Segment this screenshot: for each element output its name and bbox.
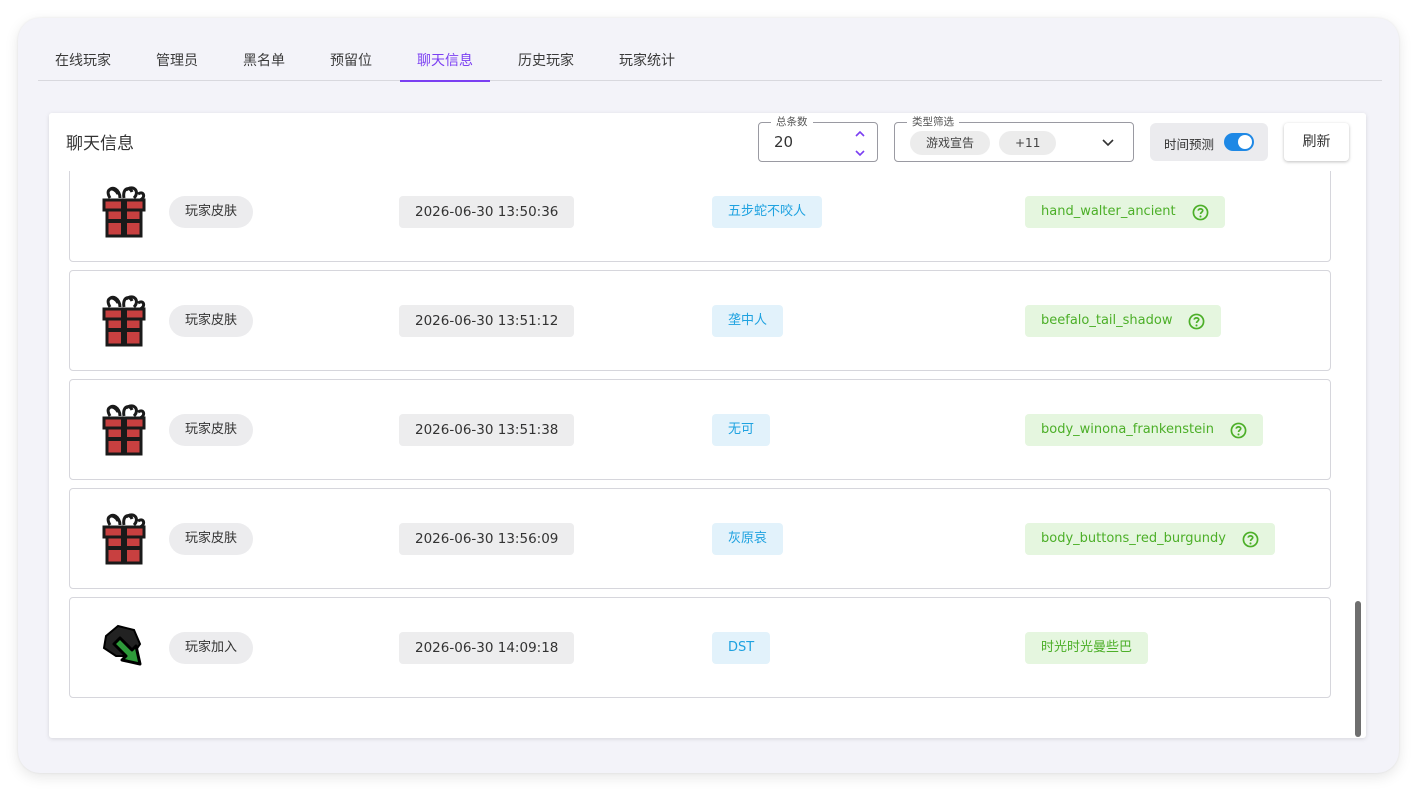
- event-type-chip: 玩家皮肤: [169, 305, 254, 337]
- player-name-chip[interactable]: 灰原哀: [712, 523, 784, 555]
- total-count-legend: 总条数: [771, 115, 813, 129]
- message-chip: hand_walter_ancient: [1025, 196, 1225, 228]
- gift-icon: [100, 295, 148, 349]
- time-predict-toggle-group: 时间预测: [1150, 123, 1268, 161]
- message-chip: body_buttons_red_burgundy: [1025, 523, 1275, 555]
- filter-chip[interactable]: 游戏宣告: [910, 131, 991, 155]
- total-count-field[interactable]: 总条数 20: [758, 115, 878, 162]
- help-icon[interactable]: [1188, 313, 1205, 330]
- gift-icon: [100, 513, 148, 567]
- chevron-down-icon[interactable]: [1101, 135, 1115, 149]
- timestamp-chip: 2026-06-30 13:50:36: [399, 196, 575, 228]
- tab-admins[interactable]: 管理员: [139, 46, 215, 81]
- tab-bar: 在线玩家 管理员 黑名单 预留位 聊天信息 历史玩家 玩家统计: [38, 46, 1382, 82]
- app-window: 在线玩家 管理员 黑名单 预留位 聊天信息 历史玩家 玩家统计 玩家皮肤 2026…: [18, 18, 1399, 773]
- filter-more-chip[interactable]: +11: [999, 131, 1057, 155]
- tab-player-stats[interactable]: 玩家统计: [602, 46, 692, 81]
- player-name-chip[interactable]: 垄中人: [712, 305, 784, 337]
- player-name-chip[interactable]: 五步蛇不咬人: [712, 196, 823, 228]
- chat-row: 玩家皮肤 2026-06-30 13:50:36 五步蛇不咬人 hand_walter…: [69, 171, 1331, 262]
- tab-reserved-slots[interactable]: 预留位: [313, 46, 389, 81]
- message-text: beefalo_tail_shadow: [1041, 313, 1173, 328]
- tab-blacklist[interactable]: 黑名单: [226, 46, 302, 81]
- time-predict-label: 时间预测: [1164, 137, 1215, 152]
- gift-icon: [100, 186, 148, 240]
- switch-knob: [1238, 135, 1252, 149]
- chat-row: 玩家皮肤 2026-06-30 13:51:12 垄中人 beefalo_tail_s…: [69, 270, 1331, 371]
- card-header: 聊天信息 总条数 20 类型筛选 游戏宣告 +11 时间预测 刷新: [49, 113, 1366, 171]
- timestamp-chip: 2026-06-30 13:51:12: [399, 305, 575, 337]
- help-icon[interactable]: [1242, 531, 1259, 548]
- timestamp-chip: 2026-06-30 13:56:09: [399, 523, 575, 555]
- decrement-icon[interactable]: [853, 145, 867, 159]
- timestamp-chip: 2026-06-30 13:51:38: [399, 414, 575, 446]
- event-type-chip: 玩家皮肤: [169, 523, 254, 555]
- tab-chat-messages[interactable]: 聊天信息: [400, 46, 490, 82]
- chat-list: 玩家皮肤 2026-06-30 13:50:36 五步蛇不咬人 hand_walter…: [69, 171, 1331, 738]
- time-predict-switch[interactable]: [1224, 133, 1254, 151]
- message-chip: 时光时光曼些巴: [1025, 632, 1149, 664]
- type-filter-legend: 类型筛选: [907, 115, 959, 129]
- event-type-chip: 玩家皮肤: [169, 196, 254, 228]
- card-title: 聊天信息: [66, 134, 134, 154]
- tab-online-players[interactable]: 在线玩家: [38, 46, 128, 81]
- message-text: hand_walter_ancient: [1041, 204, 1176, 219]
- message-chip: beefalo_tail_shadow: [1025, 305, 1222, 337]
- player-name-chip[interactable]: 无可: [712, 414, 771, 446]
- help-icon[interactable]: [1192, 204, 1209, 221]
- increment-icon[interactable]: [853, 126, 867, 140]
- chat-card: 玩家皮肤 2026-06-30 13:50:36 五步蛇不咬人 hand_walter…: [49, 113, 1366, 738]
- chat-row: 玩家皮肤 2026-06-30 13:51:38 无可 body_winona_fra…: [69, 379, 1331, 480]
- chat-row: 玩家皮肤 2026-06-30 13:56:09 灰原哀 body_buttons_r…: [69, 488, 1331, 589]
- event-type-chip: 玩家皮肤: [169, 414, 254, 446]
- tab-history-players[interactable]: 历史玩家: [501, 46, 591, 81]
- total-count-input[interactable]: 20: [774, 133, 793, 151]
- player-name-chip[interactable]: DST: [712, 632, 771, 664]
- timestamp-chip: 2026-06-30 14:09:18: [399, 632, 575, 664]
- gift-icon: [100, 404, 148, 458]
- scrollbar-thumb[interactable]: [1355, 601, 1361, 737]
- message-text: 时光时光曼些巴: [1041, 640, 1133, 655]
- chat-row: 玩家加入 2026-06-30 14:09:18 DST 时光时光曼些巴: [69, 597, 1331, 698]
- refresh-button[interactable]: 刷新: [1284, 123, 1349, 161]
- join-arrow-icon: [100, 622, 148, 676]
- message-text: body_winona_frankenstein: [1041, 422, 1214, 437]
- message-text: body_buttons_red_burgundy: [1041, 531, 1226, 546]
- help-icon[interactable]: [1230, 422, 1247, 439]
- message-chip: body_winona_frankenstein: [1025, 414, 1263, 446]
- type-filter-select[interactable]: 类型筛选 游戏宣告 +11: [894, 115, 1134, 162]
- event-type-chip: 玩家加入: [169, 632, 254, 664]
